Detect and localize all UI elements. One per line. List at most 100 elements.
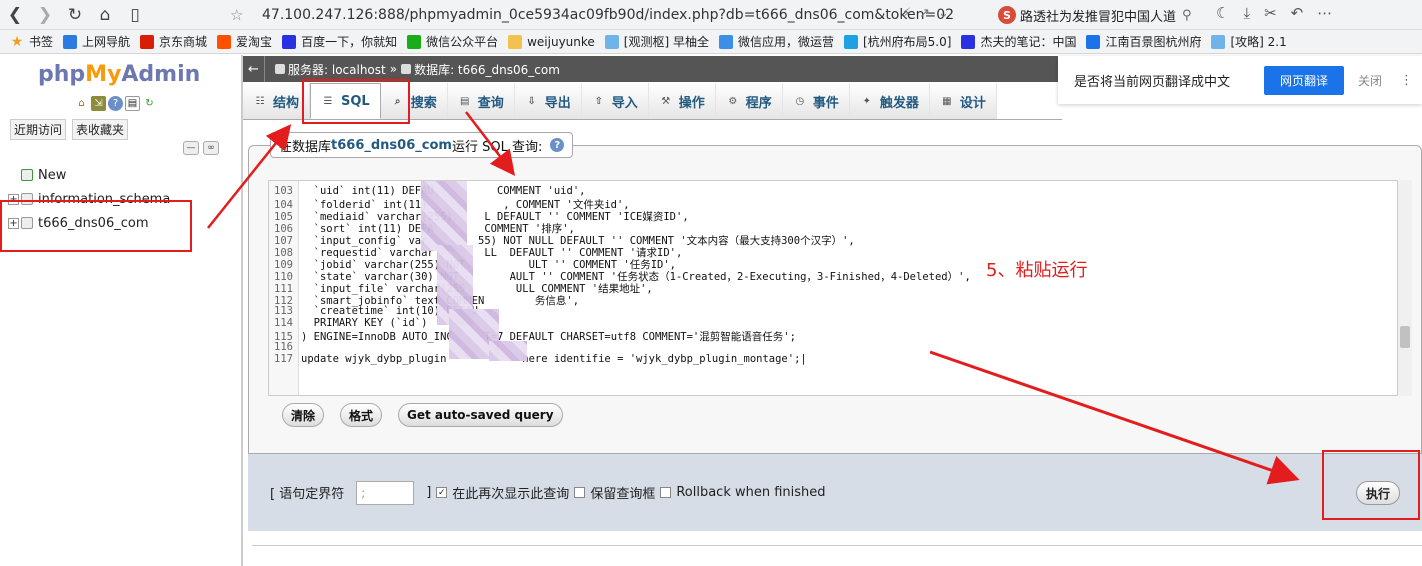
bookmark-item[interactable]: weijuyunke	[508, 34, 595, 49]
delimiter-label-close: ]	[426, 485, 432, 500]
tab-item-10[interactable]: ▦ 设计	[929, 83, 997, 119]
home-icon[interactable]: ⌂	[90, 0, 120, 30]
collapse-nav-icon[interactable]: ←	[243, 56, 265, 82]
legend-database[interactable]: t666_dns06_com	[331, 138, 452, 153]
bookmark-favicon-icon	[63, 34, 78, 49]
logo-icons: ⌂ ⇲ ? ▤ ↻	[74, 96, 157, 111]
reload-icon[interactable]: ↻	[60, 0, 90, 30]
bookmark-item[interactable]: 江南百景图杭州府	[1086, 33, 1201, 50]
undo-icon[interactable]: ↶	[1291, 4, 1304, 22]
recent-favorites-tabs: 近期访问 表收藏夹	[10, 119, 129, 140]
code-line: 113 `createtime` int(10) DEFAU	[269, 305, 1369, 317]
line-number: 117	[274, 353, 293, 365]
clear-button[interactable]: 清除	[282, 403, 325, 427]
tab-item-9[interactable]: ✦ 触发器	[849, 83, 930, 119]
phpmyadmin-logo[interactable]: phpMyAdmin	[38, 62, 200, 87]
rollback-checkbox[interactable]	[660, 487, 672, 498]
favorites-tab[interactable]: 表收藏夹	[72, 119, 129, 140]
bookmark-item[interactable]: [观测枢] 早柚全	[604, 33, 709, 50]
events-icon: ◷	[795, 95, 805, 107]
autosaved-query-button[interactable]: Get auto-saved query	[398, 403, 563, 427]
scissors-icon[interactable]: ✂	[1264, 4, 1277, 22]
bookmark-item[interactable]: [攻略] 2.1	[1211, 33, 1287, 50]
help-icon[interactable]: ?	[108, 96, 123, 111]
bookmark-item[interactable]: 京东商城	[140, 33, 207, 50]
tab-item-5[interactable]: ⇧ 导入	[581, 83, 649, 119]
star-icon: ★	[10, 33, 24, 50]
tree-controls: — ∞	[183, 141, 219, 155]
night-mode-icon[interactable]: ☾	[1216, 4, 1229, 22]
dropdown-icon[interactable]: ⌄	[938, 6, 949, 21]
bookmark-item[interactable]: 爱淘宝	[217, 33, 272, 50]
reload-icon[interactable]: ↻	[142, 96, 157, 111]
address-bar[interactable]: ☆ 47.100.247.126:888/phpmyadmin_0ce5934a…	[230, 0, 990, 30]
bookmark-item[interactable]: 杰夫的笔记：中国	[961, 33, 1076, 50]
legend-suffix: 运行 SQL 查询:	[451, 139, 543, 155]
forward-icon[interactable]: ❯	[30, 0, 60, 30]
breadcrumb-database[interactable]: 数据库: t666_dns06_com	[414, 61, 560, 78]
breadcrumb-separator: »	[389, 62, 398, 76]
logo-my: My	[85, 62, 122, 87]
tab-label: 操作	[678, 95, 705, 111]
docs-icon[interactable]: ▤	[125, 96, 140, 111]
lightning-icon[interactable]: ⚡	[902, 6, 911, 21]
tab-label: 查询	[477, 95, 504, 111]
delimiter-label: [ 语句定界符	[270, 487, 345, 502]
show-again-checkbox[interactable]: ✓	[436, 487, 448, 498]
retain-box-checkbox[interactable]	[574, 487, 586, 498]
browser-extra-icons: ☾ ⤓ ✂ ↶ ⋯	[1216, 4, 1332, 22]
bookmark-label: [观测枢] 早柚全	[623, 35, 709, 49]
tab-item-8[interactable]: ◷ 事件	[782, 83, 850, 119]
bookmark-item[interactable]: 微信公众平台	[407, 33, 498, 50]
menu-icon[interactable]: ⋯	[1317, 4, 1332, 22]
editor-scrollbar[interactable]	[1398, 180, 1412, 396]
bookmark-item[interactable]: ★ 书签	[10, 33, 53, 50]
bookmark-star-icon[interactable]: ☆	[230, 6, 250, 24]
back-icon[interactable]: ❮	[0, 0, 30, 30]
bookmark-item[interactable]: 百度一下，你就知	[282, 33, 397, 50]
logo-admin: Admin	[121, 62, 201, 87]
logout-icon[interactable]: ⇲	[91, 96, 106, 111]
address-actions: ⚡ ↗ ⌄	[902, 6, 949, 21]
tab-item-4[interactable]: ⇩ 导出	[514, 83, 582, 119]
code-line: 110 `state` varchar(30) NOT AULT '' COMM…	[269, 269, 1369, 283]
download-icon[interactable]: ⤓	[1243, 4, 1250, 22]
format-button[interactable]: 格式	[340, 403, 383, 427]
collapse-all-icon[interactable]: —	[183, 141, 199, 155]
search-icon[interactable]: ⚲	[1182, 8, 1192, 23]
translate-close[interactable]: 关闭	[1358, 72, 1382, 89]
share-icon[interactable]: ↗	[919, 6, 930, 21]
designer-icon: ▦	[942, 95, 952, 107]
line-number: 103	[274, 185, 293, 197]
query-icon: ▤	[460, 95, 470, 107]
breadcrumb-server[interactable]: 服务器: localhost	[288, 61, 386, 78]
tab-label: 结构	[273, 95, 300, 111]
delimiter-input[interactable]: ;	[356, 480, 415, 505]
help-icon[interactable]: ?	[550, 138, 565, 152]
reader-icon[interactable]: ▯	[120, 0, 150, 30]
import-icon: ⇧	[594, 95, 603, 107]
divider	[252, 545, 1422, 546]
tab-label: 程序	[745, 95, 772, 111]
tab-item-3[interactable]: ▤ 查询	[447, 83, 515, 119]
bookmark-item[interactable]: 微信应用，微运营	[718, 33, 834, 50]
translate-button[interactable]: 网页翻译	[1264, 65, 1345, 95]
browser-search[interactable]: S 路透社为发推冒犯中国人道 ⚲	[998, 3, 1210, 27]
retain-box-label: 保留查询框	[590, 487, 656, 502]
tree-item-new[interactable]: New	[8, 163, 170, 187]
translate-prompt: 是否将当前网页翻译成中文	[1074, 74, 1231, 90]
sql-editor[interactable]: 103 `uid` int(11) DEFAU COMMENT 'uid', 10…	[268, 180, 1398, 396]
more-icon[interactable]: ⋮	[1400, 73, 1413, 88]
tab-item-0[interactable]: ☷ 结构	[243, 83, 311, 119]
bookmark-favicon-icon	[217, 34, 232, 49]
bookmark-favicon-icon	[961, 34, 976, 49]
tab-item-7[interactable]: ⚙ 程序	[715, 83, 783, 119]
recent-tab[interactable]: 近期访问	[10, 119, 67, 140]
panel-splitter[interactable]	[241, 55, 243, 566]
link-icon[interactable]: ∞	[203, 141, 219, 155]
tab-item-6[interactable]: ⚒ 操作	[648, 83, 716, 119]
home-icon[interactable]: ⌂	[74, 96, 89, 111]
scrollbar-thumb[interactable]	[1400, 326, 1410, 348]
bookmark-item[interactable]: 上网导航	[63, 33, 130, 50]
bookmark-item[interactable]: [杭州府布局5.0]	[843, 33, 951, 50]
